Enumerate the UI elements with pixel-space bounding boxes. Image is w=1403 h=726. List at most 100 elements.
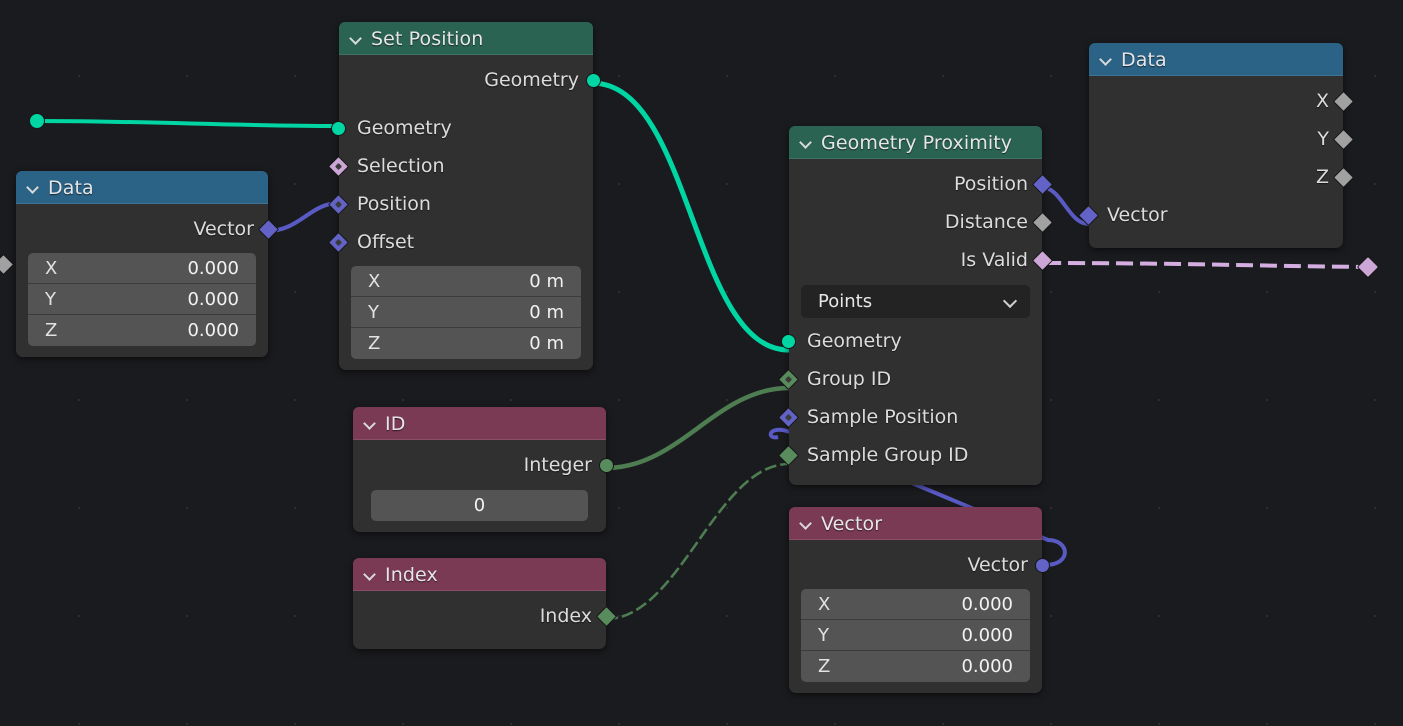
node-id[interactable]: ID Integer 0	[353, 407, 614, 532]
field-id-value[interactable]: 0	[474, 495, 485, 516]
socket-vector-node-output[interactable]	[1035, 557, 1050, 573]
socket-row-x-out[interactable]: X	[1089, 82, 1355, 120]
collapse-chevron-icon[interactable]	[364, 418, 376, 430]
field-vec-y-label: Y	[818, 624, 829, 646]
node-data-left-header[interactable]: Data	[16, 171, 268, 204]
socket-row-y-out[interactable]: Y	[1089, 120, 1355, 158]
socket-sample-position-input[interactable]	[777, 406, 800, 428]
node-index[interactable]: Index Index	[353, 558, 618, 649]
socket-position-input[interactable]	[327, 193, 350, 215]
socket-sample-groupid-input[interactable]	[777, 444, 800, 466]
field-id-value-wrap[interactable]: 0	[371, 490, 588, 521]
socket-vector-output[interactable]	[257, 218, 280, 240]
field-vec-z-value[interactable]: 0.000	[961, 656, 1013, 677]
socket-position-output[interactable]	[1031, 173, 1054, 195]
collapse-chevron-icon[interactable]	[1100, 54, 1112, 66]
socket-row-proximity-geometry[interactable]: Geometry	[781, 322, 1042, 360]
field-offset-x[interactable]: X 0 m	[351, 266, 581, 297]
field-offset-x-value[interactable]: 0 m	[529, 271, 564, 292]
field-offset-z-label: Z	[368, 333, 381, 354]
socket-selection-input[interactable]	[327, 155, 350, 177]
socket-row-index-out[interactable]: Index	[353, 597, 618, 635]
collapse-chevron-icon[interactable]	[350, 33, 362, 45]
field-z-label: Z	[45, 320, 58, 341]
socket-data-vector-input[interactable]	[1077, 204, 1100, 226]
node-vector[interactable]: Vector Vector X 0.000 Y 0.000 Z 0.000	[789, 507, 1050, 693]
collapse-chevron-icon[interactable]	[27, 182, 39, 194]
socket-row-position-out[interactable]: Position	[789, 165, 1054, 203]
socket-groupid-input[interactable]	[777, 368, 800, 390]
node-data-right-body: X Y Z Vector	[1077, 76, 1355, 248]
field-offset-y-value[interactable]: 0 m	[529, 302, 564, 323]
link-geometry-input	[36, 119, 340, 128]
socket-label-x-out: X	[1315, 90, 1329, 112]
field-vec-y[interactable]: Y 0.000	[801, 620, 1030, 651]
node-editor-canvas[interactable]: Data Vector X 0.000 Y 0.000 Z 0.000 Set …	[0, 0, 1403, 726]
node-id-header[interactable]: ID	[353, 407, 606, 440]
socket-row-data-vector-in[interactable]: Vector	[1077, 196, 1343, 234]
node-data-right-header[interactable]: Data	[1089, 43, 1343, 76]
socket-row-position[interactable]: Position	[327, 185, 593, 223]
socket-offset-input[interactable]	[327, 231, 350, 253]
field-x[interactable]: X 0.000	[0, 253, 256, 284]
socket-row-distance-out[interactable]: Distance	[789, 203, 1054, 241]
field-y-label: Y	[45, 288, 56, 310]
field-offset-y-label: Y	[368, 301, 379, 323]
socket-index-output[interactable]	[595, 605, 618, 627]
field-offset-y[interactable]: Y 0 m	[351, 297, 581, 328]
socket-isvalid-output[interactable]	[1031, 249, 1054, 271]
socket-row-vector-out[interactable]: Vector	[789, 546, 1050, 584]
socket-geometry-input[interactable]	[331, 120, 346, 136]
field-vec-x[interactable]: X 0.000	[801, 589, 1030, 620]
socket-row-selection[interactable]: Selection	[327, 147, 593, 185]
socket-proximity-geometry-input[interactable]	[781, 333, 796, 349]
field-vec-y-value[interactable]: 0.000	[961, 625, 1013, 646]
node-vector-header[interactable]: Vector	[789, 507, 1042, 540]
socket-row-geometry-out[interactable]: Geometry	[339, 61, 601, 99]
chevron-down-icon[interactable]	[1004, 295, 1017, 308]
socket-y-output[interactable]	[1332, 128, 1355, 150]
collapse-chevron-icon[interactable]	[800, 137, 812, 149]
socket-row-sample-groupid[interactable]: Sample Group ID	[777, 436, 1042, 474]
collapse-chevron-icon[interactable]	[800, 518, 812, 530]
socket-distance-output[interactable]	[1031, 211, 1054, 233]
field-z-value[interactable]: 0.000	[187, 320, 239, 341]
socket-integer-output[interactable]	[599, 457, 614, 473]
socket-row-geometry-in[interactable]: Geometry	[331, 109, 593, 147]
socket-row-groupid[interactable]: Group ID	[777, 360, 1042, 398]
socket-row-isvalid-out[interactable]: Is Valid	[789, 241, 1054, 279]
field-offset-z[interactable]: Z 0 m	[351, 328, 581, 359]
field-y[interactable]: Y 0.000	[0, 253, 256, 315]
socket-z-output[interactable]	[1332, 166, 1355, 188]
node-set-position-header[interactable]: Set Position	[339, 22, 593, 55]
node-set-position[interactable]: Set Position Geometry Geometry Selection…	[327, 22, 601, 370]
node-vector-body: Vector X 0.000 Y 0.000 Z 0.000	[789, 540, 1050, 693]
node-data-right[interactable]: Data X Y Z Vector	[1077, 43, 1355, 248]
socket-label-sample-position: Sample Position	[807, 406, 959, 428]
field-offset-z-value[interactable]: 0 m	[529, 333, 564, 354]
node-index-header[interactable]: Index	[353, 558, 606, 591]
field-z[interactable]: Z 0.000	[0, 253, 256, 346]
socket-row-sample-position[interactable]: Sample Position	[777, 398, 1042, 436]
socket-row-z-out[interactable]: Z	[1089, 158, 1355, 196]
node-data-left-body: Vector X 0.000 Y 0.000 Z 0.000	[0, 204, 280, 357]
node-geometry-proximity[interactable]: Geometry Proximity Position Distance Is …	[777, 126, 1054, 485]
reroute-geometry-socket[interactable]	[29, 113, 45, 129]
field-vec-x-value[interactable]: 0.000	[961, 594, 1013, 615]
node-data-left[interactable]: Data Vector X 0.000 Y 0.000 Z 0.000	[0, 171, 280, 357]
field-x-label: X	[45, 257, 58, 279]
socket-x-output[interactable]	[1332, 90, 1355, 112]
node-geometry-proximity-header[interactable]: Geometry Proximity	[789, 126, 1042, 159]
socket-label-isvalid: Is Valid	[960, 249, 1028, 271]
socket-geometry-output[interactable]	[586, 72, 601, 88]
field-vec-z[interactable]: Z 0.000	[801, 651, 1030, 682]
socket-row-integer-out[interactable]: Integer	[353, 446, 614, 484]
mode-dropdown[interactable]: Points	[801, 285, 1030, 318]
field-y-value[interactable]: 0.000	[187, 289, 239, 310]
socket-row-offset[interactable]: Offset	[327, 223, 593, 261]
field-x-value[interactable]: 0.000	[187, 258, 239, 279]
socket-row-vector-out[interactable]: Vector	[16, 210, 280, 248]
socket-label-offset: Offset	[357, 231, 415, 253]
reroute-isvalid-socket[interactable]	[1356, 255, 1380, 279]
collapse-chevron-icon[interactable]	[364, 569, 376, 581]
